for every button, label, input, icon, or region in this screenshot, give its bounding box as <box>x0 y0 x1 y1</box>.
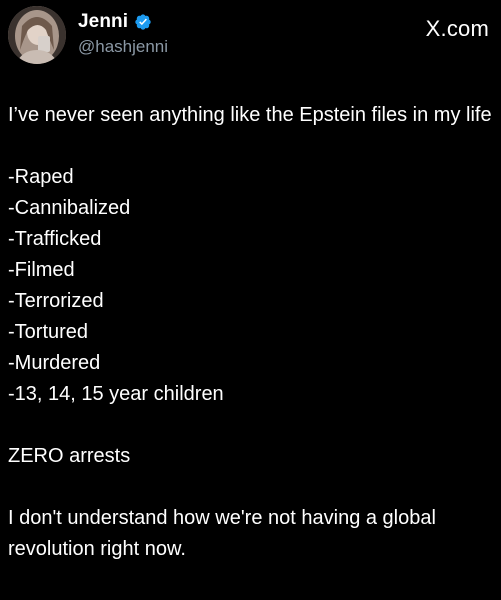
post-header: Jenni @hashjenni X.com <box>8 6 493 66</box>
list-item: -Terrorized <box>8 290 104 312</box>
list-item: -Murdered <box>8 352 101 374</box>
display-name[interactable]: Jenni <box>78 11 128 33</box>
list-item: -Cannibalized <box>8 197 131 219</box>
post-intro: I’ve never seen anything like the Epstei… <box>8 104 492 126</box>
list-item: -Filmed <box>8 259 75 281</box>
post-statement: ZERO arrests <box>8 445 131 467</box>
post-body: I’ve never seen anything like the Epstei… <box>8 100 498 565</box>
list-item: -Trafficked <box>8 228 102 250</box>
list-item: -Tortured <box>8 321 89 343</box>
post-closing: I don't understand how we're not having … <box>8 507 436 560</box>
name-row: Jenni <box>78 10 168 34</box>
avatar[interactable] <box>8 6 66 64</box>
post-card: Jenni @hashjenni X.com I’ve never seen a… <box>0 0 501 600</box>
abuse-list: -Raped -Cannibalized -Trafficked -Filmed… <box>8 162 498 410</box>
handle[interactable]: @hashjenni <box>78 37 168 57</box>
list-item: -Raped <box>8 166 74 188</box>
verified-badge-icon <box>134 13 152 31</box>
profile-photo-icon <box>8 6 66 64</box>
brand-label: X.com <box>425 16 489 41</box>
list-item: -13, 14, 15 year children <box>8 383 224 405</box>
author-info: Jenni @hashjenni <box>78 10 168 57</box>
